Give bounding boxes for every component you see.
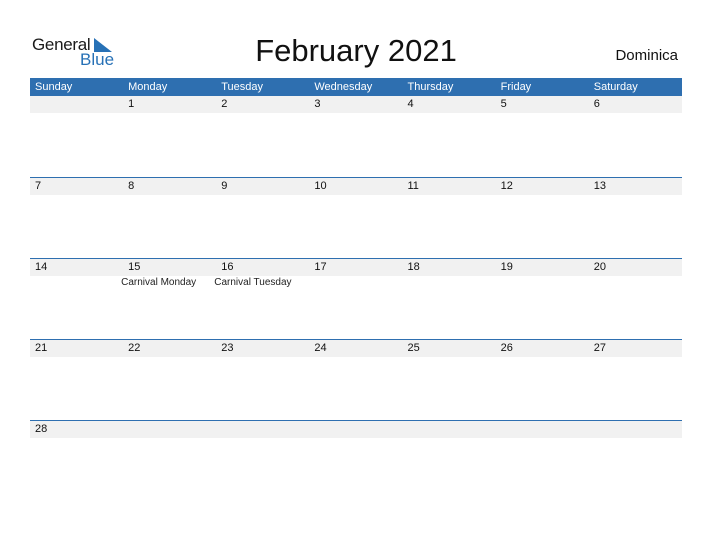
day-cell (589, 421, 682, 502)
day-cell: 16 Carnival Tuesday (214, 259, 309, 340)
day-cell (309, 421, 402, 502)
day-cell: 11 (403, 178, 496, 259)
day-cell: 19 (496, 259, 589, 340)
day-cell: 1 (123, 96, 216, 177)
day-number: 3 (314, 98, 321, 110)
day-number: 15 (128, 261, 141, 273)
day-cell: 4 (403, 96, 496, 177)
day-cell: 22 (123, 340, 216, 421)
weekday-sunday: Sunday (35, 81, 73, 93)
day-number: 17 (314, 261, 327, 273)
weekday-tuesday: Tuesday (221, 81, 264, 93)
day-number: 9 (221, 180, 228, 192)
day-cell (496, 421, 589, 502)
day-cell: 3 (309, 96, 402, 177)
day-cell: 20 (589, 259, 682, 340)
country-label: Dominica (615, 47, 678, 64)
day-number: 2 (221, 98, 228, 110)
week-row: 28 (30, 420, 682, 502)
weekday-friday: Friday (500, 81, 532, 93)
day-number: 1 (128, 98, 135, 110)
day-cell: 21 (30, 340, 123, 421)
day-cell: 5 (496, 96, 589, 177)
holiday-label: Carnival Monday (121, 277, 197, 288)
weekday-monday: Monday (128, 81, 168, 93)
day-cell: 24 (309, 340, 402, 421)
day-number: 11 (407, 180, 419, 192)
day-cell: 14 (30, 259, 123, 340)
day-number: 16 (221, 261, 234, 273)
day-cell: 12 (496, 178, 589, 259)
day-number: 5 (500, 98, 507, 110)
day-number: 20 (593, 261, 606, 273)
day-cell: 6 (589, 96, 682, 177)
week-row: 14 15 Carnival Monday 16 Carnival Tuesday 17 1… (30, 258, 682, 340)
day-number: 7 (35, 180, 42, 192)
day-cell: 18 (403, 259, 496, 340)
day-number: 21 (35, 342, 48, 354)
day-number: 14 (35, 261, 48, 273)
day-cell: 9 (216, 178, 309, 259)
day-cell (403, 421, 496, 502)
holiday-label: Carnival Tuesday (214, 277, 292, 288)
week-row: 7 8 9 10 11 12 13 (30, 177, 682, 259)
week-row: 21 22 23 24 25 26 27 (30, 339, 682, 421)
day-number: 26 (500, 342, 513, 354)
day-cell: 26 (496, 340, 589, 421)
day-cell (123, 421, 216, 502)
day-number: 12 (500, 180, 513, 192)
day-number: 23 (221, 342, 234, 354)
day-cell: 7 (30, 178, 123, 259)
weekday-thursday: Thursday (407, 81, 454, 93)
week-row: 1 2 3 4 5 6 (30, 96, 682, 177)
day-cell: 17 (309, 259, 402, 340)
weekday-saturday: Saturday (593, 81, 638, 93)
day-number: 4 (407, 98, 414, 110)
day-cell: 28 (30, 421, 123, 502)
day-cell: 8 (123, 178, 216, 259)
day-cell: 23 (216, 340, 309, 421)
day-cell (216, 421, 309, 502)
day-number: 22 (128, 342, 141, 354)
day-cell: 15 Carnival Monday (121, 259, 216, 340)
day-cell: 10 (309, 178, 402, 259)
day-number: 18 (407, 261, 420, 273)
day-cell: 13 (589, 178, 682, 259)
day-number: 27 (593, 342, 606, 354)
day-number: 13 (593, 180, 606, 192)
day-number: 24 (314, 342, 327, 354)
weekday-header: Sunday Monday Tuesday Wednesday Thursday… (30, 78, 682, 96)
day-cell: 25 (403, 340, 496, 421)
day-number: 25 (407, 342, 420, 354)
day-number: 8 (128, 180, 135, 192)
page-title: February 2021 (255, 33, 457, 68)
weekday-wednesday: Wednesday (314, 81, 373, 93)
day-cell (30, 96, 123, 177)
day-cell: 2 (216, 96, 309, 177)
day-number: 10 (314, 180, 327, 192)
day-number: 28 (35, 423, 48, 435)
day-number: 6 (593, 98, 600, 110)
day-number: 19 (500, 261, 513, 273)
day-cell: 27 (589, 340, 682, 421)
